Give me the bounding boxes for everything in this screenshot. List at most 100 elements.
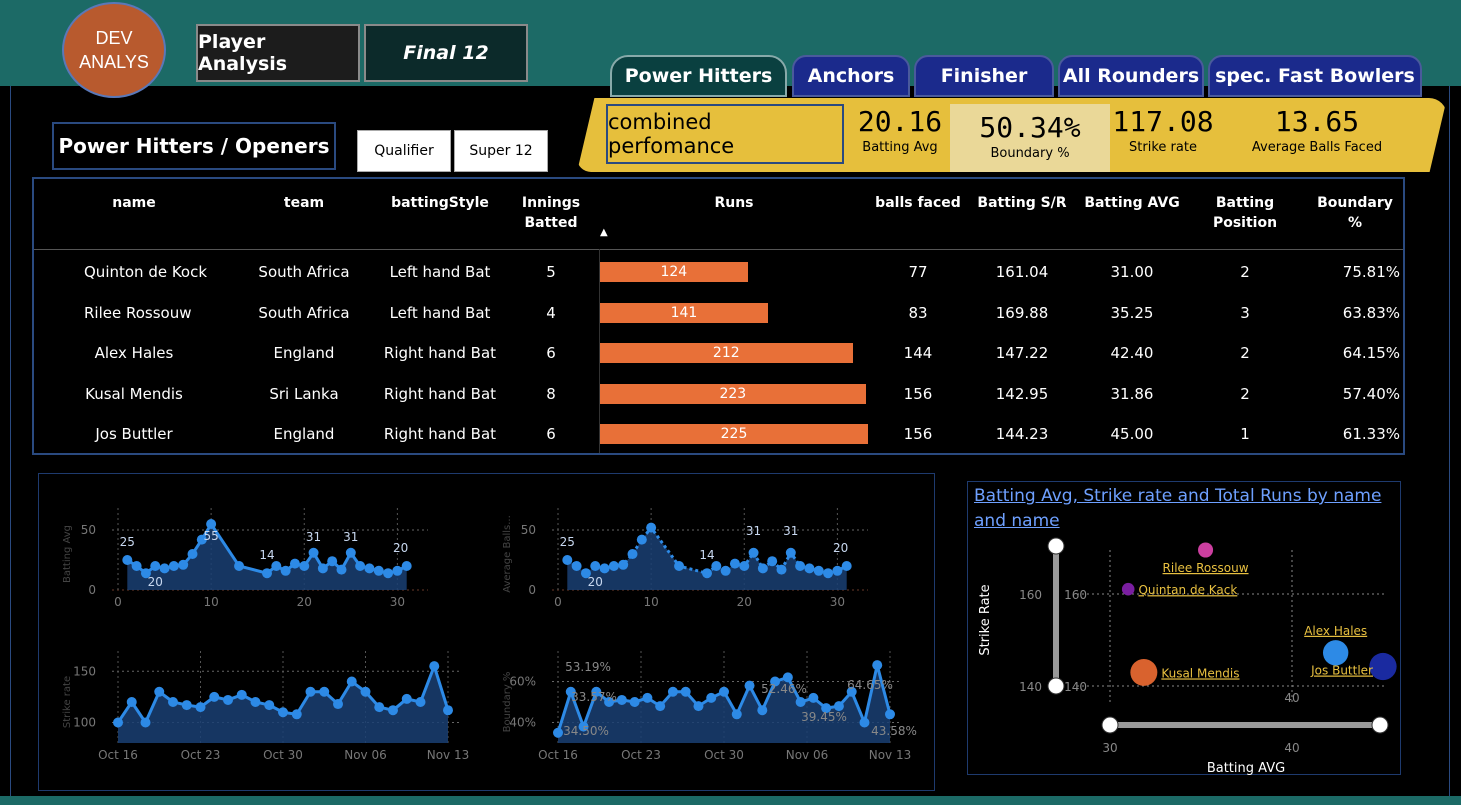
data-point[interactable] — [667, 686, 678, 697]
data-point[interactable] — [767, 556, 778, 567]
data-point[interactable] — [383, 568, 394, 579]
data-point[interactable] — [140, 717, 151, 728]
data-point[interactable] — [782, 672, 793, 683]
data-point[interactable] — [731, 709, 742, 720]
data-point[interactable] — [776, 564, 787, 575]
runs-bar[interactable]: 225 — [600, 424, 869, 444]
tab-anchors[interactable]: Anchors — [792, 55, 910, 97]
data-point[interactable] — [131, 561, 142, 571]
data-point[interactable] — [392, 565, 403, 576]
data-point[interactable] — [278, 707, 288, 718]
header-batting-avg[interactable]: Batting AVG — [1082, 193, 1182, 213]
header-innings[interactable]: Innings Batted — [516, 193, 586, 233]
x-range-slider-handle[interactable] — [1371, 716, 1389, 734]
runs-bar[interactable]: 223 — [600, 383, 866, 404]
data-point[interactable] — [739, 561, 750, 571]
data-point[interactable] — [744, 680, 755, 691]
data-point[interactable] — [168, 561, 179, 571]
data-point[interactable] — [181, 700, 192, 711]
runs-bar[interactable]: 212 — [600, 343, 853, 363]
data-point[interactable] — [693, 701, 704, 712]
header-runs[interactable]: Runs — [674, 193, 794, 213]
header-team[interactable]: team — [254, 193, 354, 213]
data-point[interactable] — [364, 563, 375, 574]
data-point[interactable] — [280, 565, 291, 576]
filter-super12-button[interactable]: Super 12 — [454, 130, 548, 172]
data-point[interactable] — [355, 561, 366, 571]
header-batting-position[interactable]: Batting Position — [1186, 193, 1304, 233]
runs-bar[interactable]: 124 — [600, 262, 748, 282]
data-point[interactable] — [702, 568, 712, 579]
data-point[interactable] — [187, 549, 198, 559]
data-point[interactable] — [832, 565, 843, 576]
scatter-point[interactable] — [1322, 640, 1349, 666]
data-point[interactable] — [374, 702, 385, 713]
header-batting-style[interactable]: battingStyle — [382, 193, 498, 213]
data-point[interactable] — [629, 697, 640, 707]
data-point[interactable] — [388, 705, 398, 716]
data-point[interactable] — [823, 568, 834, 579]
data-point[interactable] — [885, 709, 895, 720]
tab-power-hitters[interactable]: Power Hitters — [610, 55, 787, 97]
data-point[interactable] — [305, 686, 316, 697]
data-point[interactable] — [616, 694, 627, 705]
data-point[interactable] — [795, 561, 806, 571]
y-range-slider-handle[interactable] — [1047, 537, 1065, 555]
data-point[interactable] — [333, 699, 343, 710]
header-name[interactable]: name — [84, 193, 184, 213]
data-point[interactable] — [443, 705, 453, 716]
data-point[interactable] — [618, 559, 629, 570]
data-point[interactable] — [264, 700, 275, 711]
data-point[interactable] — [813, 565, 824, 576]
data-point[interactable] — [562, 555, 573, 565]
data-point[interactable] — [234, 561, 245, 571]
scatter-point[interactable] — [1130, 658, 1158, 686]
data-point[interactable] — [291, 709, 302, 720]
header-boundary[interactable]: Boundary % — [1310, 193, 1400, 233]
data-point[interactable] — [299, 561, 310, 571]
data-point[interactable] — [346, 676, 357, 687]
data-point[interactable] — [608, 561, 619, 571]
data-point[interactable] — [289, 558, 300, 569]
data-point[interactable] — [126, 697, 137, 707]
data-point[interactable] — [113, 717, 123, 728]
data-point[interactable] — [729, 558, 740, 569]
data-point[interactable] — [719, 686, 729, 697]
data-point[interactable] — [872, 660, 883, 671]
data-point[interactable] — [553, 727, 563, 738]
data-point[interactable] — [429, 661, 440, 672]
data-point[interactable] — [195, 702, 206, 713]
y-range-slider-handle[interactable] — [1047, 677, 1065, 695]
data-point[interactable] — [159, 563, 170, 574]
data-point[interactable] — [841, 561, 852, 571]
data-point[interactable] — [627, 549, 638, 559]
tab-finisher[interactable]: Finisher — [914, 55, 1054, 97]
filter-qualifier-button[interactable]: Qualifier — [357, 130, 451, 172]
data-point[interactable] — [250, 697, 261, 707]
data-point[interactable] — [804, 563, 815, 574]
data-point[interactable] — [122, 555, 133, 565]
header-batting-sr[interactable]: Batting S/R — [974, 193, 1070, 213]
header-balls-faced[interactable]: balls faced — [870, 193, 966, 213]
data-point[interactable] — [590, 561, 601, 571]
data-point[interactable] — [262, 568, 272, 579]
data-point[interactable] — [360, 686, 371, 697]
data-point[interactable] — [720, 565, 731, 576]
data-point[interactable] — [655, 701, 666, 712]
data-point[interactable] — [748, 547, 759, 558]
player-analysis-button[interactable]: Player Analysis — [196, 24, 360, 82]
scatter-title[interactable]: Batting Avg, Strike rate and Total Runs … — [974, 484, 1394, 534]
data-point[interactable] — [642, 692, 653, 703]
tab-fast-bowlers[interactable]: spec. Fast Bowlers — [1208, 55, 1422, 97]
x-range-slider-handle[interactable] — [1101, 716, 1119, 734]
data-point[interactable] — [757, 563, 768, 574]
data-point[interactable] — [785, 547, 796, 558]
data-point[interactable] — [859, 717, 870, 728]
data-point[interactable] — [401, 561, 412, 571]
final12-button[interactable]: Final 12 — [364, 24, 528, 82]
data-point[interactable] — [236, 689, 247, 700]
data-point[interactable] — [336, 564, 347, 575]
data-point[interactable] — [571, 561, 582, 571]
data-point[interactable] — [317, 563, 328, 574]
data-point[interactable] — [345, 547, 356, 558]
